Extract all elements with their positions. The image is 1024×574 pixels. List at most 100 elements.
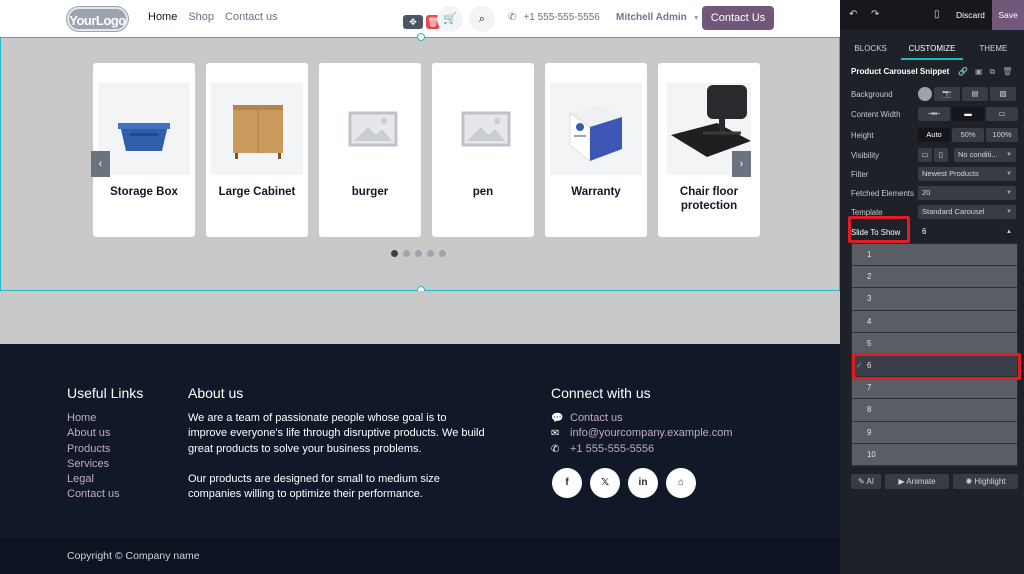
move-icon[interactable]: ✥ xyxy=(403,15,423,29)
slide-to-show-select[interactable]: 6 ▲ xyxy=(918,224,1016,240)
nav-contact[interactable]: Contact us xyxy=(225,11,278,23)
color-swatch-icon[interactable] xyxy=(918,87,932,101)
tab-blocks[interactable]: BLOCKS xyxy=(840,38,901,60)
slide-option-3[interactable]: 3 xyxy=(852,288,1017,311)
footer-link-about[interactable]: About us xyxy=(67,426,120,441)
product-card[interactable]: Warranty xyxy=(545,63,647,237)
carousel-dot[interactable] xyxy=(427,250,434,257)
product-card[interactable]: burger xyxy=(319,63,421,237)
redo-icon[interactable]: ↷ xyxy=(871,9,879,20)
slide-option-5[interactable]: 5 xyxy=(852,333,1017,355)
trash-icon[interactable]: 🗑 xyxy=(1002,67,1012,77)
envelope-icon: ✉ xyxy=(551,428,560,440)
ai-button[interactable]: ✎ AI xyxy=(851,474,881,489)
camera-icon[interactable]: 📷 xyxy=(934,87,960,101)
carousel-dot[interactable] xyxy=(403,250,410,257)
highlight-button[interactable]: ✺ Highlight xyxy=(953,474,1018,489)
link-icon[interactable]: 🔗 xyxy=(958,67,968,77)
width-small-icon[interactable]: ⇥⇤ xyxy=(918,107,950,121)
option-visibility-label: Visibility xyxy=(851,151,880,160)
slide-option-2[interactable]: 2 xyxy=(852,266,1017,289)
nav-shop[interactable]: Shop xyxy=(188,11,214,23)
fetched-elements-select[interactable]: 20 ▼ xyxy=(918,186,1016,200)
image-icon[interactable]: ▨ xyxy=(990,87,1016,101)
product-card[interactable]: Chair floor protection xyxy=(658,63,760,237)
about-paragraph-1: We are a team of passionate people whose… xyxy=(188,412,485,455)
visibility-select[interactable]: No conditi... ▼ xyxy=(954,148,1016,162)
contact-us-button[interactable]: Contact Us xyxy=(702,6,774,30)
height-auto-button[interactable]: Auto xyxy=(918,128,950,142)
connect-email-link[interactable]: info@yourcompany.example.com xyxy=(570,426,733,441)
chevron-left-icon: ‹ xyxy=(98,158,103,170)
product-card[interactable]: Storage Box xyxy=(93,63,195,237)
connect-contact-link[interactable]: Contact us xyxy=(570,411,623,426)
slide-option-label: 2 xyxy=(867,272,872,282)
header-phone-text: +1 555-555-5556 xyxy=(523,12,600,23)
empty-section xyxy=(0,291,840,344)
tab-customize[interactable]: CUSTOMIZE xyxy=(901,38,963,60)
header-phone[interactable]: ✆ +1 555-555-5556 xyxy=(508,12,600,23)
background-options: 📷 ▤ ▨ xyxy=(918,87,1016,101)
carousel-dot[interactable] xyxy=(439,250,446,257)
height-options: Auto 50% 100% xyxy=(918,128,1018,142)
nav-home[interactable]: Home xyxy=(148,11,177,23)
search-icon[interactable]: ⌕ xyxy=(469,6,495,32)
phone-icon: ✆ xyxy=(508,12,517,23)
selected-option-highlight xyxy=(852,353,1021,380)
undo-icon[interactable]: ↶ xyxy=(849,9,857,20)
slide-option-label: 8 xyxy=(867,405,872,415)
save-snippet-icon[interactable]: ▣ xyxy=(975,67,983,77)
save-button[interactable]: Save xyxy=(992,0,1024,30)
cart-icon[interactable]: 🛒 xyxy=(437,6,463,32)
footer-link-products[interactable]: Products xyxy=(67,442,120,457)
mobile-preview-icon[interactable]: ▯ xyxy=(934,9,940,20)
product-name: Warranty xyxy=(571,186,621,198)
slide-option-9[interactable]: 9 xyxy=(852,422,1017,444)
product-name: Chair floor protection xyxy=(679,186,739,212)
slide-option-10[interactable]: 10 xyxy=(852,444,1017,466)
connect-phone-link[interactable]: +1 555-555-5556 xyxy=(570,442,654,457)
footer-link-services[interactable]: Services xyxy=(67,457,120,472)
facebook-icon[interactable]: f xyxy=(552,468,582,498)
carousel-dot[interactable] xyxy=(391,250,398,257)
user-menu[interactable]: Mitchell Admin ▼ xyxy=(616,12,700,23)
discard-button[interactable]: Discard xyxy=(956,10,985,20)
carousel-dot[interactable] xyxy=(415,250,422,257)
height-50-button[interactable]: 50% xyxy=(952,128,984,142)
slide-option-8[interactable]: 8 xyxy=(852,399,1017,422)
user-name: Mitchell Admin xyxy=(616,12,687,23)
animate-button[interactable]: ▶ Animate xyxy=(885,474,949,489)
height-100-button[interactable]: 100% xyxy=(986,128,1018,142)
resize-handle-top[interactable] xyxy=(417,33,425,41)
template-select[interactable]: Standard Carousel ▼ xyxy=(918,205,1016,219)
desktop-icon[interactable]: ▭ xyxy=(918,148,932,162)
width-medium-icon[interactable]: ▬ xyxy=(952,107,984,121)
width-full-icon[interactable]: ▭ xyxy=(986,107,1018,121)
product-name: burger xyxy=(351,186,389,198)
carousel-indicators xyxy=(391,250,446,257)
footer-link-legal[interactable]: Legal xyxy=(67,472,120,487)
site-logo[interactable]: YourLogo xyxy=(67,7,128,31)
x-twitter-icon[interactable]: 𝕏 xyxy=(590,468,620,498)
slide-option-4[interactable]: 4 xyxy=(852,311,1017,333)
visibility-device-options: ▭ ▯ xyxy=(918,148,948,162)
carousel-next-button[interactable]: › xyxy=(732,151,751,177)
mobile-icon[interactable]: ▯ xyxy=(934,148,948,162)
product-carousel-snippet[interactable]: Storage Box Large Cabinet burger pen War… xyxy=(0,33,840,294)
home-icon[interactable]: ⌂ xyxy=(666,468,696,498)
tab-theme[interactable]: THEME xyxy=(963,38,1024,60)
filter-select[interactable]: Newest Products ▼ xyxy=(918,167,1016,181)
duplicate-icon[interactable]: ⧉ xyxy=(990,67,996,77)
product-image xyxy=(550,83,642,175)
linkedin-icon[interactable]: in xyxy=(628,468,658,498)
video-icon[interactable]: ▤ xyxy=(962,87,988,101)
slide-option-1[interactable]: 1 xyxy=(852,244,1017,267)
footer-link-contact[interactable]: Contact us xyxy=(67,487,120,502)
footer-link-home[interactable]: Home xyxy=(67,411,120,426)
chevron-up-icon: ▲ xyxy=(1006,229,1012,235)
product-card[interactable]: pen xyxy=(432,63,534,237)
product-card[interactable]: Large Cabinet xyxy=(206,63,308,237)
copyright-text: Copyright © Company name xyxy=(67,550,200,562)
carousel-prev-button[interactable]: ‹ xyxy=(91,151,110,177)
slide-option-7[interactable]: 7 xyxy=(852,377,1017,400)
